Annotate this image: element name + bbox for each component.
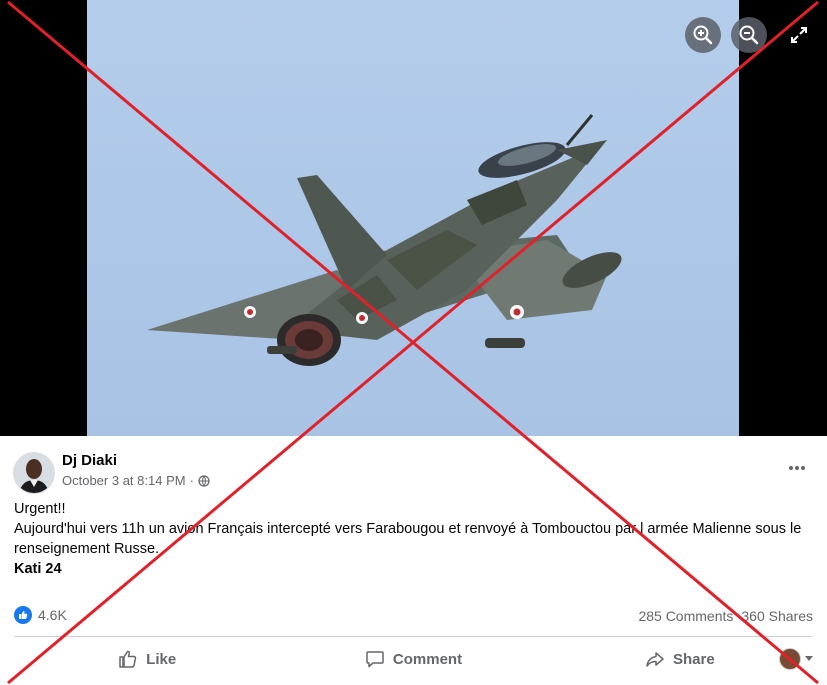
- viewer-avatar: [779, 648, 801, 670]
- globe-icon[interactable]: [198, 474, 210, 487]
- like-icon: [119, 650, 137, 668]
- post-actions: Like Comment Share: [14, 640, 813, 678]
- author-name[interactable]: Dj Diaki: [62, 452, 117, 469]
- post-signature: Kati 24: [14, 561, 62, 577]
- thumbs-up-icon: [19, 611, 28, 619]
- post-timestamp[interactable]: October 3 at 8:14 PM: [62, 473, 186, 488]
- post-meta: October 3 at 8:14 PM ·: [62, 473, 210, 488]
- post-text-line: Urgent!!: [14, 501, 66, 517]
- comments-count[interactable]: 285 Comments: [638, 608, 733, 624]
- reaction-summary[interactable]: 4.6K: [14, 606, 67, 624]
- zoom-out-icon: [739, 25, 759, 45]
- more-options-button[interactable]: [785, 458, 809, 478]
- thumbs-up-badge: [14, 606, 32, 624]
- meta-separator: ·: [189, 473, 194, 488]
- share-icon: [646, 652, 664, 667]
- chevron-down-icon: [805, 656, 813, 661]
- share-label: Share: [672, 650, 715, 668]
- post-photo[interactable]: [87, 0, 739, 436]
- comment-button[interactable]: Comment: [280, 640, 546, 678]
- post-card: Dj Diaki October 3 at 8:14 PM · Urgent!!…: [0, 436, 827, 685]
- more-options-icon: [789, 466, 805, 470]
- author-avatar[interactable]: [13, 452, 55, 494]
- like-label: Like: [146, 650, 177, 668]
- like-button[interactable]: Like: [14, 640, 280, 678]
- engagement-counts: 285 Comments 360 Shares: [638, 608, 813, 624]
- share-button[interactable]: Share: [547, 640, 813, 678]
- zoom-in-icon: [693, 25, 713, 45]
- photo-viewer: [0, 0, 827, 436]
- zoom-out-button[interactable]: [731, 17, 767, 53]
- shares-count[interactable]: 360 Shares: [741, 608, 813, 624]
- actions-divider: [14, 636, 813, 637]
- comment-icon: [366, 651, 384, 668]
- post-text-line: Aujourd'hui vers 11h un avion Français i…: [14, 521, 802, 557]
- zoom-in-button[interactable]: [685, 17, 721, 53]
- fighter-jet-image: [147, 114, 622, 366]
- post-text: Urgent!! Aujourd'hui vers 11h un avion F…: [14, 499, 814, 579]
- reaction-count: 4.6K: [38, 607, 67, 623]
- avatar-image: [14, 453, 54, 493]
- comment-label: Comment: [392, 650, 463, 668]
- reaction-as-selector[interactable]: [779, 648, 813, 670]
- fullscreen-icon: [791, 27, 807, 43]
- fullscreen-button[interactable]: [781, 17, 817, 53]
